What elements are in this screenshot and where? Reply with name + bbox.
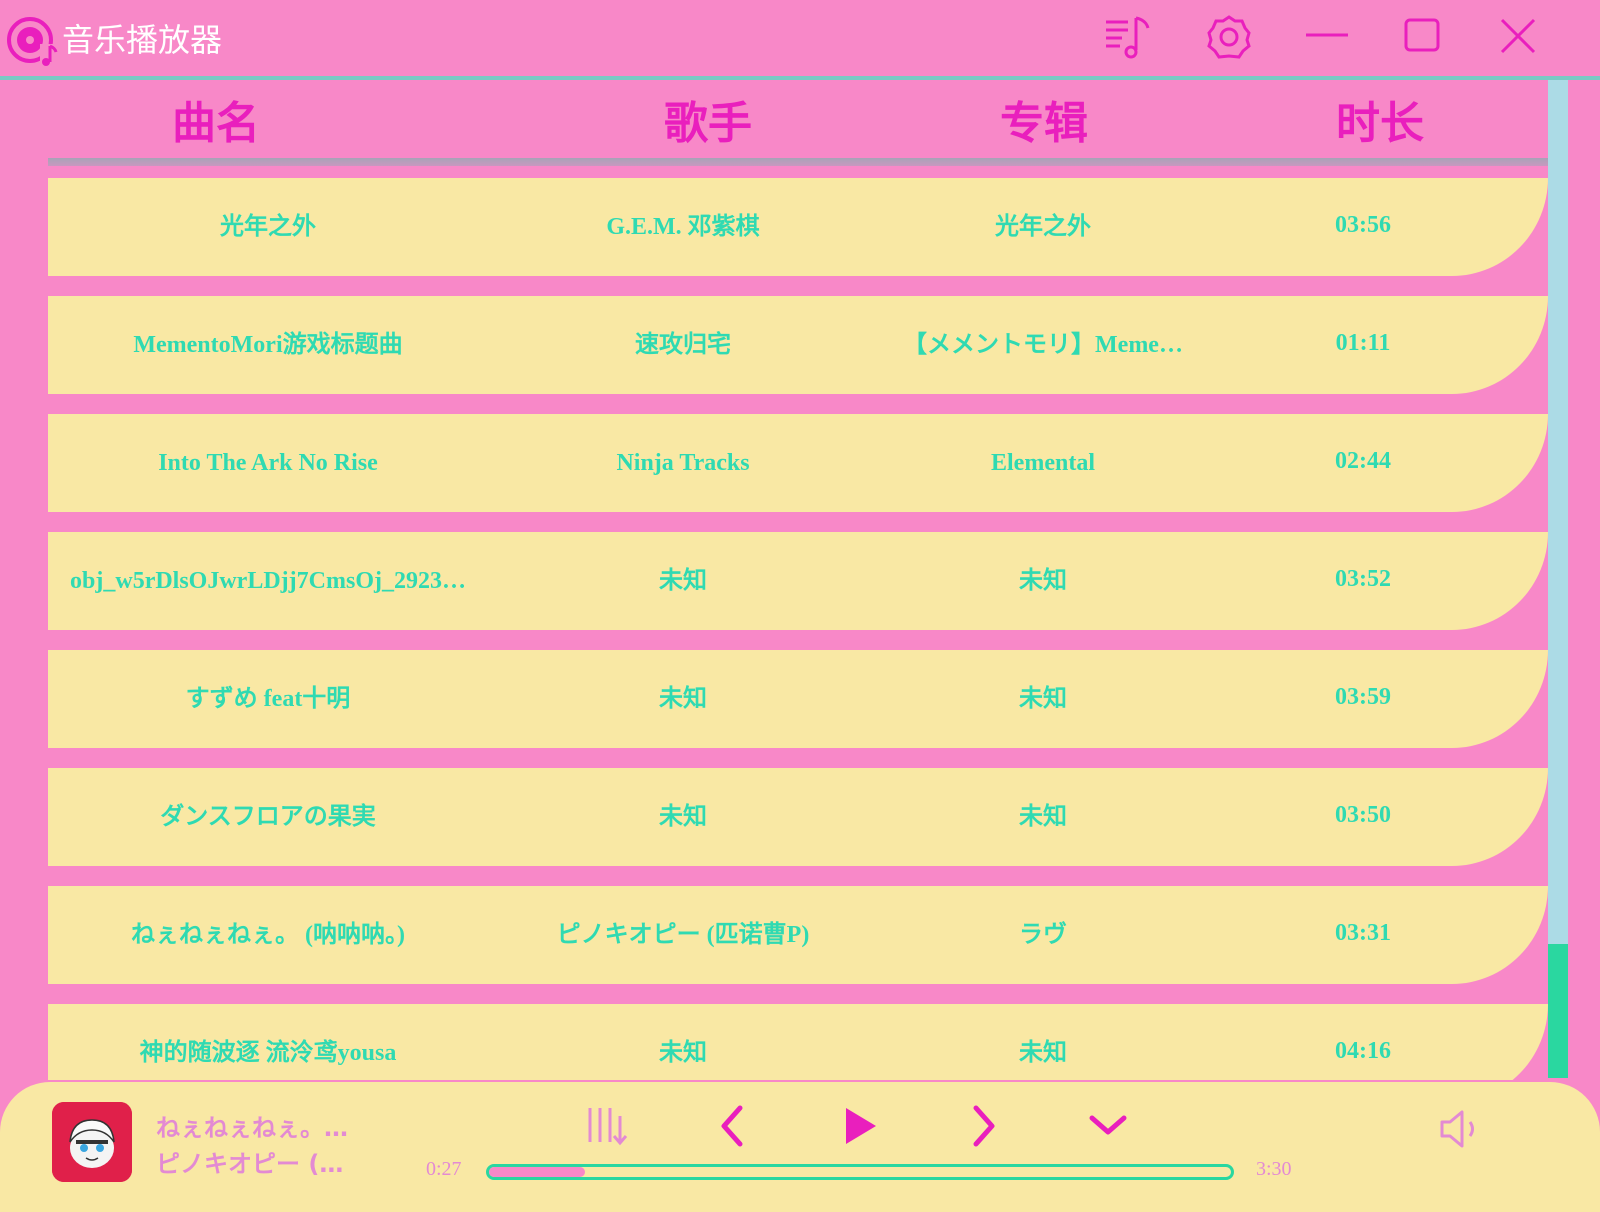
song-duration: 03:31 — [1335, 920, 1391, 946]
column-header-title[interactable]: 曲名 — [116, 94, 316, 154]
song-album: 未知 — [1019, 568, 1067, 594]
album-cover[interactable] — [52, 1102, 132, 1182]
song-album: 未知 — [1019, 1040, 1067, 1066]
music-logo-icon — [7, 17, 58, 66]
song-artist: 未知 — [659, 804, 707, 830]
song-title: ダンスフロアの果実 — [160, 804, 376, 830]
song-album: 未知 — [1019, 686, 1067, 712]
song-duration: 03:59 — [1335, 684, 1391, 710]
minimize-button[interactable] — [1304, 14, 1350, 60]
volume-button[interactable] — [1436, 1104, 1486, 1154]
song-row[interactable]: obj_w5rDlsOJwrLDjj7CmsOj_2923… 未知 未知 03:… — [48, 532, 1548, 630]
song-album: 光年之外 — [995, 214, 1091, 240]
column-header-duration[interactable]: 时长 — [1280, 94, 1480, 154]
song-duration: 03:56 — [1335, 212, 1391, 238]
collapse-button[interactable] — [1084, 1102, 1134, 1152]
song-artist: 未知 — [659, 686, 707, 712]
song-row[interactable]: MementoMori游戏标题曲 速攻归宅 【メメントモリ】Meme… 01:1… — [48, 296, 1548, 394]
song-title: Into The Ark No Rise — [158, 450, 378, 476]
settings-gear-icon — [1207, 15, 1251, 59]
song-artist: 未知 — [659, 1040, 707, 1066]
total-time: 3:30 — [1256, 1158, 1292, 1180]
maximize-button[interactable] — [1400, 14, 1446, 60]
close-icon — [1500, 18, 1536, 54]
play-button[interactable] — [834, 1102, 884, 1152]
song-title: 神的随波逐 流泠鸢yousa — [139, 1040, 397, 1066]
now-playing-artist: ピノキオピー (… — [156, 1150, 344, 1178]
song-list[interactable]: 光年之外 G.E.M. 邓紫棋 光年之外 03:56 MementoMori游戏… — [48, 178, 1548, 1080]
title-bar: 音乐播放器 — [0, 0, 1600, 80]
scrollbar[interactable] — [1548, 80, 1568, 1078]
minimize-icon — [1306, 33, 1348, 37]
playlist-icon — [1106, 16, 1150, 59]
previous-icon — [721, 1105, 743, 1147]
song-duration: 02:44 — [1335, 448, 1391, 474]
song-artist: G.E.M. 邓紫棋 — [606, 214, 760, 240]
song-title: すずめ feat十明 — [185, 686, 351, 712]
song-artist: Ninja Tracks — [616, 450, 750, 476]
progress-bar[interactable] — [486, 1164, 1234, 1180]
elapsed-time: 0:27 — [426, 1158, 462, 1180]
progress-fill — [489, 1167, 586, 1177]
song-album: ラヴ — [1019, 922, 1067, 948]
song-title: ねぇねぇねぇ。 (呐呐呐。) — [131, 922, 405, 948]
equalizer-icon — [588, 1108, 628, 1146]
song-row[interactable]: Into The Ark No Rise Ninja Tracks Elemen… — [48, 414, 1548, 512]
column-header-album[interactable]: 专辑 — [944, 94, 1144, 154]
player-bar: ねぇねぇねぇ。… ピノキオピー (… 0:27 3:30 — [0, 1082, 1600, 1212]
song-duration: 03:50 — [1335, 802, 1391, 828]
song-duration: 04:16 — [1335, 1038, 1391, 1064]
app-title: 音乐播放器 — [62, 21, 223, 59]
maximize-icon — [1404, 18, 1440, 52]
settings-button[interactable] — [1206, 14, 1252, 60]
next-button[interactable] — [958, 1102, 1008, 1152]
next-icon — [973, 1105, 995, 1147]
column-header-artist[interactable]: 歌手 — [608, 94, 808, 154]
collapse-chevron-icon — [1089, 1115, 1127, 1135]
album-cover-art — [52, 1102, 132, 1182]
header-divider — [48, 158, 1548, 166]
play-icon — [846, 1108, 876, 1144]
song-row[interactable]: すずめ feat十明 未知 未知 03:59 — [48, 650, 1548, 748]
song-artist: ピノキオピー (匹诺曹P) — [556, 922, 810, 948]
song-title: 光年之外 — [220, 214, 316, 240]
playlist-button[interactable] — [1104, 14, 1150, 60]
song-artist: 未知 — [659, 568, 707, 594]
scrollbar-thumb[interactable] — [1548, 944, 1568, 1078]
song-album: Elemental — [991, 450, 1095, 476]
song-row[interactable]: ダンスフロアの果実 未知 未知 03:50 — [48, 768, 1548, 866]
song-artist: 速攻归宅 — [635, 332, 731, 358]
song-album: 未知 — [1019, 804, 1067, 830]
song-album: 【メメントモリ】Meme… — [903, 332, 1183, 358]
song-row[interactable]: ねぇねぇねぇ。 (呐呐呐。) ピノキオピー (匹诺曹P) ラヴ 03:31 — [48, 886, 1548, 984]
song-title: MementoMori游戏标题曲 — [133, 332, 403, 358]
song-row[interactable]: 神的随波逐 流泠鸢yousa 未知 未知 04:16 — [48, 1004, 1548, 1080]
now-playing-title: ねぇねぇねぇ。… — [156, 1114, 348, 1142]
equalizer-button[interactable] — [584, 1102, 634, 1152]
previous-button[interactable] — [710, 1102, 760, 1152]
volume-icon — [1440, 1110, 1474, 1148]
song-title: obj_w5rDlsOJwrLDjj7CmsOj_2923… — [70, 568, 466, 594]
song-row[interactable]: 光年之外 G.E.M. 邓紫棋 光年之外 03:56 — [48, 178, 1548, 276]
close-button[interactable] — [1494, 14, 1540, 60]
song-duration: 01:11 — [1335, 330, 1391, 356]
song-duration: 03:52 — [1335, 566, 1391, 592]
